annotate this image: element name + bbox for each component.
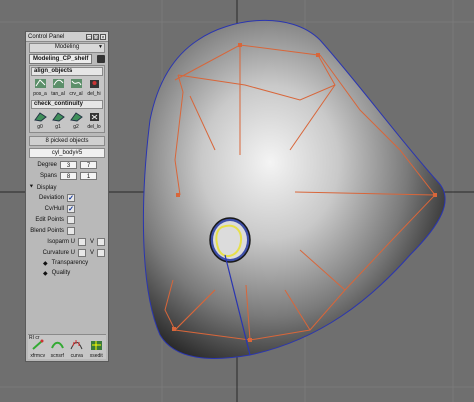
tool-crv-al[interactable]: crv_al — [67, 77, 85, 98]
tool-tan-al[interactable]: tan_al — [49, 77, 67, 98]
tool-xfrmcv[interactable]: xfrmcv — [28, 339, 47, 360]
trim-curve[interactable] — [209, 217, 251, 263]
minimize-icon[interactable]: ▭ — [86, 33, 92, 41]
collapse-arrow-icon: ⯆ — [29, 184, 34, 190]
isoparm-u-checkbox[interactable] — [77, 237, 86, 246]
tool-del-hi[interactable]: del_hi — [85, 77, 103, 98]
option-edit-points[interactable]: Edit Points — [29, 214, 105, 225]
tool-curva[interactable]: curva — [67, 339, 86, 360]
checkbox-unchecked-icon[interactable] — [67, 215, 75, 224]
delete-locator-icon — [89, 113, 99, 121]
chevron-down-icon: ▼ — [98, 44, 103, 50]
tool-shelf: align_objects pos_a tan_al crv_al del_hi… — [29, 65, 105, 133]
degree-label: Degree — [37, 161, 57, 168]
degree-u-field[interactable]: 3 — [60, 160, 77, 169]
option-blend-points[interactable]: Blend Points — [29, 225, 105, 236]
tool-del-lo[interactable]: del_lo — [85, 110, 103, 131]
display-section: ⯆ Display Deviation ✓ Cv/Hull ✓ Edit Poi… — [29, 183, 105, 278]
expand-arrow-icon: ◆ — [43, 270, 48, 277]
align-group-label[interactable]: align_objects — [31, 67, 103, 76]
display-label: Display — [36, 184, 57, 191]
spans-label: Spans — [39, 172, 57, 179]
continuity-g1-icon — [51, 112, 65, 122]
option-isoparm[interactable]: Isoparm U V — [29, 236, 105, 247]
picked-count: 8 picked objects — [29, 136, 105, 146]
panel-title: Control Panel — [28, 33, 65, 40]
tool-scnsrf[interactable]: scnsrf — [48, 339, 67, 360]
tool-xsedit[interactable]: xsedit — [87, 339, 106, 360]
panel-titlebar[interactable]: Control Panel ▭ ⊡ × — [26, 32, 108, 42]
continuity-group-label[interactable]: check_continuity — [31, 100, 103, 109]
control-panel: Control Panel ▭ ⊡ × Modeling ▼ Modeling_… — [25, 31, 109, 362]
spans-u-field[interactable]: 8 — [60, 171, 77, 180]
bottom-shelf: RI cr xfrmcv scnsrf curva xsedit — [28, 334, 106, 359]
transparency-section[interactable]: ◆ Transparency — [29, 258, 105, 268]
align-curvature-icon — [70, 79, 82, 88]
tool-pos-a[interactable]: pos_a — [31, 77, 49, 98]
option-cv-hull[interactable]: Cv/Hull ✓ — [29, 203, 105, 214]
align-position-icon — [34, 79, 46, 88]
option-curvature[interactable]: Curvature U V — [29, 247, 105, 258]
scan-surface-icon — [50, 341, 64, 349]
checkbox-unchecked-icon[interactable] — [67, 226, 75, 235]
option-deviation[interactable]: Deviation ✓ — [29, 192, 105, 203]
mode-dropdown[interactable]: Modeling ▼ — [29, 43, 105, 53]
expand-arrow-icon: ◆ — [43, 260, 48, 267]
continuity-g2-icon — [69, 112, 83, 122]
object-name-field[interactable]: cyl_body#5 — [29, 148, 105, 158]
close-icon[interactable]: × — [100, 33, 106, 41]
isoparm-v-checkbox[interactable] — [97, 237, 105, 246]
quality-section[interactable]: ◆ Quality — [29, 268, 105, 278]
continuity-g0-icon — [33, 112, 47, 122]
shelf-tab[interactable]: Modeling_CP_shelf — [29, 54, 93, 64]
delete-history-icon — [89, 80, 99, 88]
spans-v-field[interactable]: 1 — [80, 171, 97, 180]
trash-icon[interactable] — [97, 55, 105, 63]
shelf-tag: RI cr — [29, 335, 40, 341]
display-header[interactable]: ⯆ Display — [29, 183, 105, 192]
maximize-icon[interactable]: ⊡ — [93, 33, 99, 41]
tool-g0[interactable]: g0 — [31, 110, 49, 131]
mode-label: Modeling — [54, 44, 80, 50]
degree-v-field[interactable]: 7 — [80, 160, 97, 169]
curvature-icon — [70, 340, 83, 350]
curvature-v-checkbox[interactable] — [97, 248, 105, 257]
curvature-u-checkbox[interactable] — [77, 248, 86, 257]
cross-section-edit-icon — [90, 341, 102, 350]
checkbox-checked-icon[interactable]: ✓ — [67, 193, 75, 202]
checkbox-checked-icon[interactable]: ✓ — [67, 204, 75, 213]
tool-g1[interactable]: g1 — [49, 110, 67, 131]
align-tangent-icon — [52, 79, 64, 88]
tool-g2[interactable]: g2 — [67, 110, 85, 131]
